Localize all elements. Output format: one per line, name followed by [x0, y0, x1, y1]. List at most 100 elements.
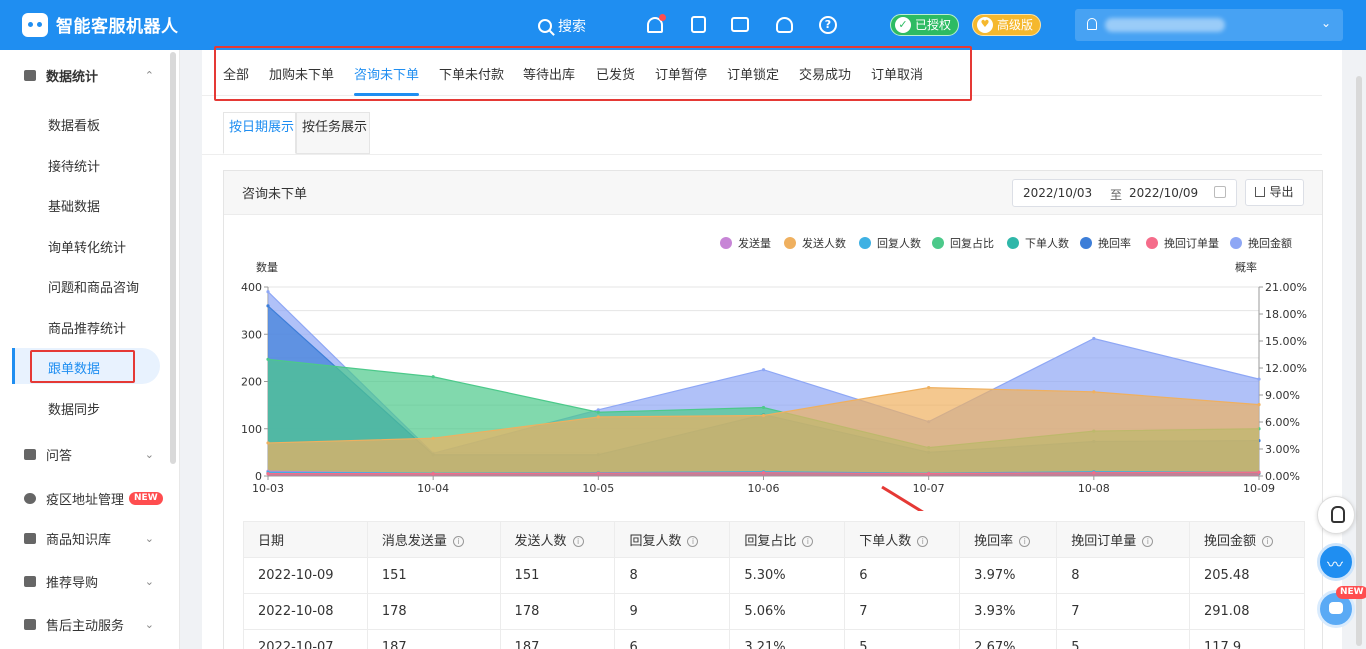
x-tick-label: 10-08 [1078, 482, 1110, 495]
data-point [1092, 390, 1096, 394]
info-icon[interactable]: i [687, 536, 699, 547]
sidebar-group-aftersale[interactable]: 售后主动服务 ⌄ [0, 602, 168, 646]
sidebar-item-dashboard[interactable]: 数据看板 [48, 115, 100, 134]
date-range-picker[interactable]: 2022/10/03 至 2022/10/09 [1012, 179, 1237, 207]
info-icon[interactable]: i [572, 536, 584, 547]
chevron-down-icon: ⌄ [144, 531, 154, 545]
info-icon[interactable]: i [452, 536, 464, 547]
y2-tick-label: 3.00% [1265, 443, 1300, 456]
y2-tick-label: 12.00% [1265, 362, 1307, 375]
legend-label: 下单人数 [1025, 237, 1069, 250]
data-point [431, 375, 435, 379]
panel-header: 咨询未下单 2022/10/03 至 2022/10/09 导出 [224, 171, 1322, 215]
sidebar-group-epidemic[interactable]: 疫区地址管理 NEW [0, 476, 168, 520]
sidebar-group-stats[interactable]: 数据统计 ⌃ [0, 53, 168, 97]
y2-axis-label: 概率 [1235, 260, 1257, 274]
document-icon[interactable] [691, 16, 706, 33]
table-row: 2022-10-08 178 178 9 5.06% 7 3.93% 7 291.08 [243, 593, 1306, 630]
new-badge: NEW [1336, 586, 1366, 599]
panel-title: 咨询未下单 [242, 187, 308, 202]
info-icon[interactable]: i [1262, 536, 1273, 547]
area-chart: 01002003004000.00%3.00%6.00%9.00%12.00%1… [241, 236, 1307, 511]
info-icon[interactable]: i [1142, 536, 1154, 547]
sidebar-item-sync[interactable]: 数据同步 [48, 399, 100, 418]
data-point [266, 441, 270, 445]
data-point [596, 410, 600, 414]
sidebar-item-recommend[interactable]: 商品推荐统计 [48, 318, 126, 337]
search-icon [538, 19, 552, 33]
data-panel: 咨询未下单 2022/10/03 至 2022/10/09 导出 0 100 200… [223, 170, 1323, 649]
info-icon[interactable]: i [917, 536, 929, 547]
data-point [1257, 470, 1261, 474]
table-cell: 3.97% [959, 557, 1058, 594]
sidebar-scrollbar[interactable] [170, 52, 176, 464]
export-button[interactable]: 导出 [1245, 179, 1304, 206]
chat-icon [24, 448, 36, 460]
x-tick-label: 10-05 [582, 482, 614, 495]
sidebar-group-label: 售后主动服务 [46, 618, 125, 634]
table-cell: 291.08 [1188, 593, 1306, 630]
lightbulb-icon[interactable] [1317, 496, 1355, 534]
bell-icon[interactable] [647, 14, 666, 33]
column-header: 挽回订单量 i [1056, 521, 1190, 558]
table-cell: 151 [366, 557, 501, 594]
page-scrollbar[interactable] [1356, 76, 1362, 646]
data-point [1257, 403, 1261, 407]
y2-tick-label: 21.00% [1265, 281, 1307, 294]
date-separator: 至 [1110, 188, 1123, 202]
data-point [266, 304, 270, 308]
table-cell: 151 [499, 557, 616, 594]
table-cell: 7 [1056, 593, 1190, 630]
y2-tick-label: 9.00% [1265, 389, 1300, 402]
table-cell: 8 [614, 557, 731, 594]
x-tick-label: 10-06 [748, 482, 780, 495]
table-cell: 178 [499, 593, 616, 630]
sidebar-item-reception[interactable]: 接待统计 [48, 156, 100, 175]
sidebar-group-label: 问答 [46, 448, 73, 464]
sidebar-group-label: 推荐导购 [46, 575, 99, 591]
sidebar-item-questions[interactable]: 问题和商品咨询 [48, 277, 139, 296]
column-header: 消息发送量 i [366, 521, 501, 558]
sidebar-group-knowledge[interactable]: 商品知识库 ⌄ [0, 516, 168, 560]
column-header: 下单人数 i [844, 521, 961, 558]
sidebar-item-conversion[interactable]: 询单转化统计 [48, 237, 126, 256]
notification-dot [659, 14, 666, 21]
table-cell: 5 [844, 629, 961, 649]
brand[interactable]: 智能客服机器人 [22, 12, 179, 37]
version-badge[interactable]: 高级版 [972, 14, 1042, 36]
sidebar-group-qa[interactable]: 问答 ⌄ [0, 432, 168, 476]
table-cell: 6 [844, 557, 961, 594]
data-point [266, 290, 270, 294]
user-menu[interactable]: ⌄ [1075, 9, 1343, 41]
help-icon[interactable]: ? [819, 16, 837, 34]
monitor-pulse-icon[interactable] [1317, 543, 1355, 581]
service-icon [24, 618, 36, 630]
x-tick-label: 10-09 [1243, 482, 1275, 495]
subtab-by-task[interactable]: 按任务展示 [296, 112, 370, 154]
divider [202, 154, 1322, 155]
table-header-row: 日期 消息发送量 i 发送人数 i 回复人数 i 回复占比 i 下单人数 i 挽回率 i 挽回订单量 i 挽回… [243, 521, 1306, 558]
table-cell: 3.93% [959, 593, 1058, 630]
location-icon [24, 492, 36, 504]
data-point [927, 386, 931, 390]
data-point [1092, 336, 1096, 341]
search-button[interactable]: 搜索 [538, 16, 586, 36]
sidebar-item-basic-data[interactable]: 基础数据 [48, 196, 100, 215]
chart-icon [24, 69, 36, 81]
sidebar-group-guide[interactable]: 推荐导购 ⌄ [0, 559, 168, 603]
authorized-badge[interactable]: 已授权 [890, 14, 960, 36]
headset-icon[interactable] [776, 17, 793, 33]
column-header: 回复人数 i [614, 521, 731, 558]
subtab-by-date[interactable]: 按日期展示 [223, 112, 296, 154]
chevron-down-icon: ⌄ [144, 617, 154, 631]
info-icon[interactable]: i [802, 536, 814, 547]
data-point [596, 471, 600, 475]
data-point [431, 472, 435, 476]
data-point [1092, 471, 1096, 475]
y-tick-label: 300 [241, 328, 262, 341]
column-header: 回复占比 i [729, 521, 846, 558]
info-icon[interactable]: i [1019, 536, 1031, 547]
ticket-icon[interactable] [731, 17, 749, 32]
chevron-up-icon: ⌃ [144, 68, 154, 82]
table-cell: 8 [1056, 557, 1190, 594]
